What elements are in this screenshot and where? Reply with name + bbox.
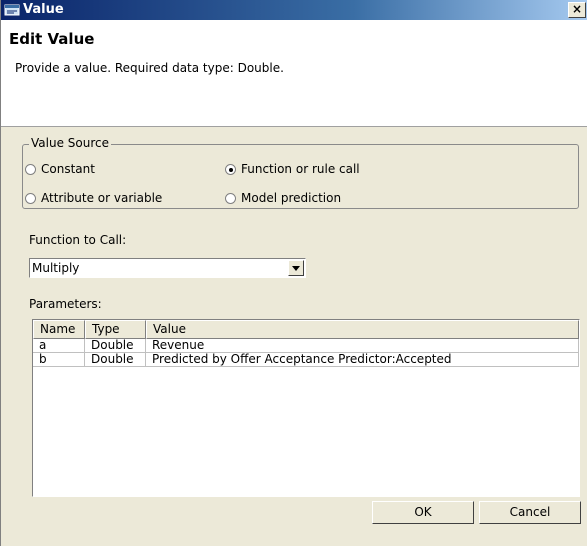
cell-type: Double xyxy=(85,339,146,353)
cancel-button[interactable]: Cancel xyxy=(479,501,581,524)
radio-icon xyxy=(25,192,36,204)
dropdown-button[interactable] xyxy=(288,260,304,276)
cell-type: Double xyxy=(85,353,146,367)
cell-name: a xyxy=(33,339,85,353)
chevron-down-icon xyxy=(292,265,300,271)
column-header-type[interactable]: Type xyxy=(85,320,146,339)
page-title: Edit Value xyxy=(9,30,95,48)
cell-name: b xyxy=(33,353,85,367)
window-title: Value xyxy=(23,2,64,17)
parameters-table[interactable]: Name Type Value a Double Revenue b Doubl… xyxy=(32,319,580,497)
app-window-icon xyxy=(4,4,20,16)
value-source-legend: Value Source xyxy=(29,136,111,150)
radio-function-call[interactable]: Function or rule call xyxy=(225,162,360,176)
title-bar[interactable]: Value × xyxy=(1,0,587,20)
radio-label: Constant xyxy=(41,162,95,176)
table-row[interactable]: b Double Predicted by Offer Acceptance P… xyxy=(33,353,579,367)
column-header-value[interactable]: Value xyxy=(146,320,579,339)
parameters-label: Parameters: xyxy=(29,297,102,311)
radio-constant[interactable]: Constant xyxy=(25,162,95,176)
close-button[interactable]: × xyxy=(568,2,586,18)
radio-icon xyxy=(25,163,36,175)
ok-button[interactable]: OK xyxy=(372,501,474,524)
function-label: Function to Call: xyxy=(29,233,127,247)
close-icon: × xyxy=(571,2,583,16)
dialog-header: Edit Value Provide a value. Required dat… xyxy=(1,20,587,127)
cell-value: Revenue xyxy=(146,339,579,353)
function-select-value: Multiply xyxy=(32,261,80,275)
dialog-window: Value × Edit Value Provide a value. Requ… xyxy=(0,0,587,546)
cell-value: Predicted by Offer Acceptance Predictor:… xyxy=(146,353,579,367)
radio-model-prediction[interactable]: Model prediction xyxy=(225,191,341,205)
radio-label: Model prediction xyxy=(241,191,342,205)
table-header: Name Type Value xyxy=(33,320,579,339)
radio-attribute-variable[interactable]: Attribute or variable xyxy=(25,191,162,205)
radio-label: Attribute or variable xyxy=(41,191,163,205)
radio-icon xyxy=(225,192,236,204)
radio-checked-icon xyxy=(225,163,236,175)
column-header-name[interactable]: Name xyxy=(33,320,85,339)
function-select[interactable]: Multiply xyxy=(29,258,306,278)
page-description: Provide a value. Required data type: Dou… xyxy=(15,61,284,75)
table-row[interactable]: a Double Revenue xyxy=(33,339,579,353)
radio-label: Function or rule call xyxy=(241,162,360,176)
